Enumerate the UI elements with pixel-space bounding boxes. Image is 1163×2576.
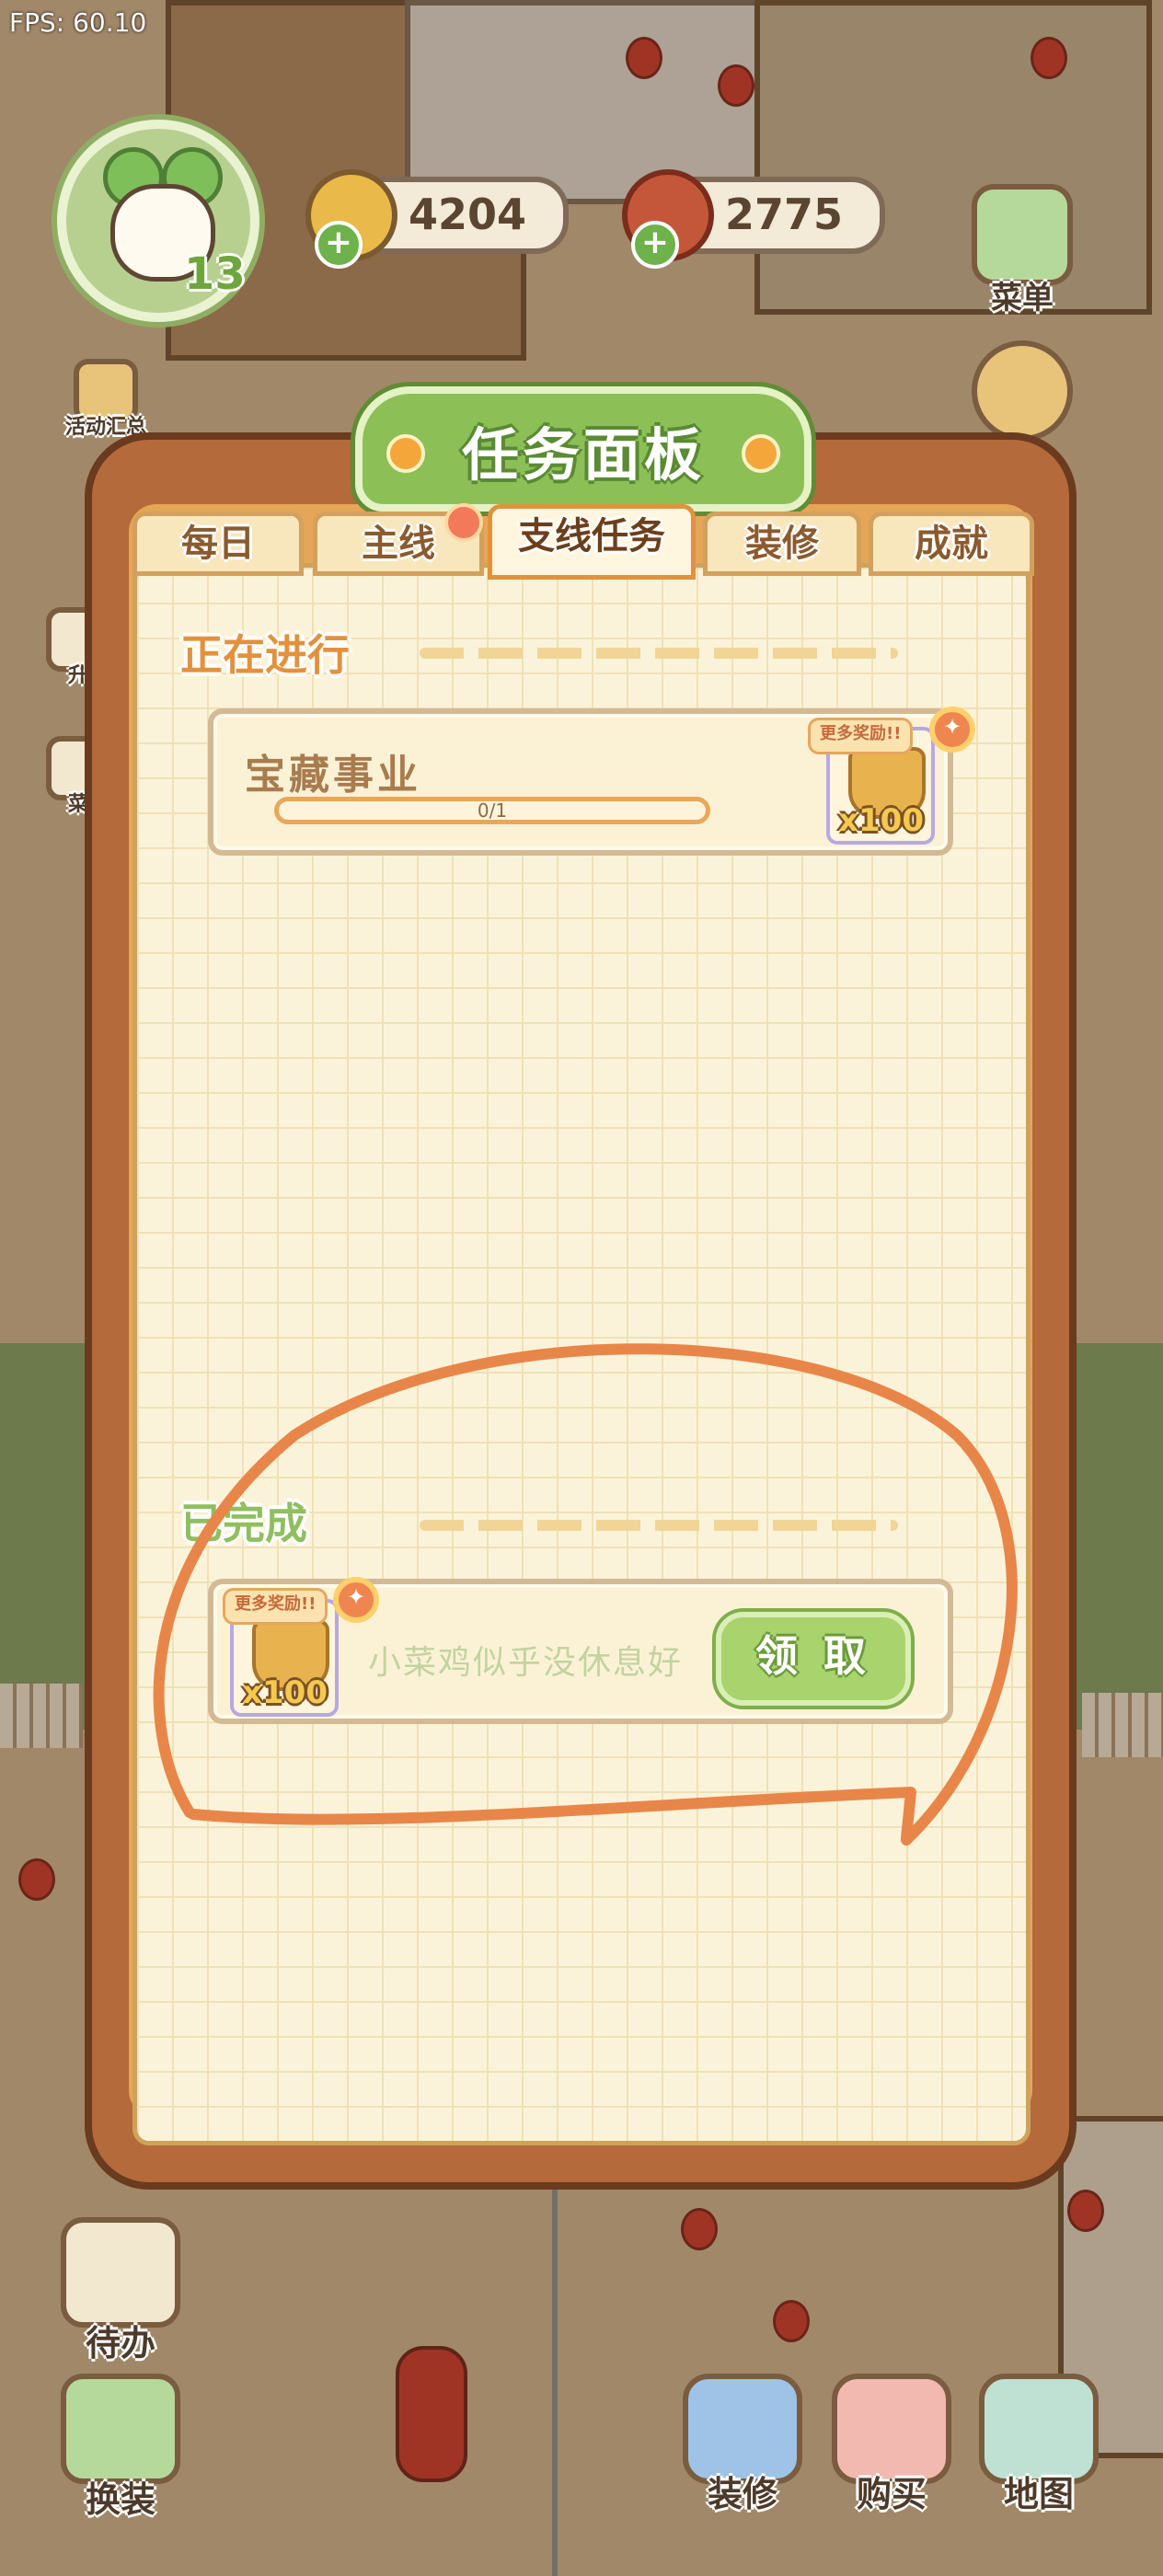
annotation-stroke [153, 1343, 1018, 1846]
annotation-circle [153, 1343, 1018, 1846]
